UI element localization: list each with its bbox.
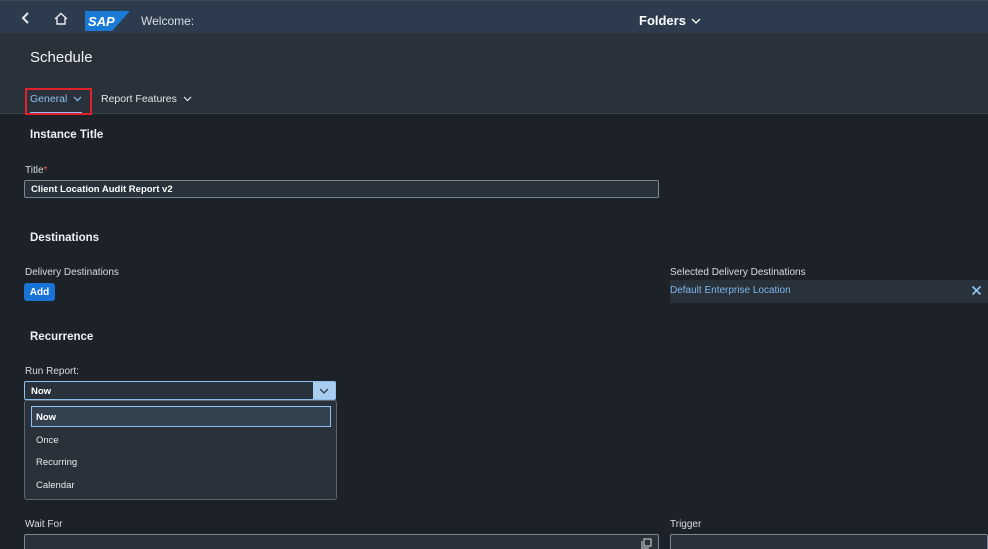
trigger-label: Trigger <box>670 519 702 530</box>
folders-menu[interactable]: Folders <box>639 13 701 28</box>
back-icon[interactable] <box>18 10 34 26</box>
run-report-select[interactable]: Now <box>24 381 336 400</box>
section-title-instance: Instance Title <box>30 129 104 141</box>
tab-report-features[interactable]: Report Features <box>101 93 192 105</box>
page-title: Schedule <box>30 49 93 66</box>
trigger-input[interactable] <box>670 534 988 549</box>
value-help-icon[interactable] <box>641 538 652 549</box>
title-input[interactable]: Client Location Audit Report v2 <box>24 180 659 198</box>
tab-label: Report Features <box>101 93 177 105</box>
wait-for-input[interactable] <box>24 534 659 549</box>
section-title-destinations: Destinations <box>30 232 100 244</box>
wait-for-label: Wait For <box>25 519 63 530</box>
run-report-label: Run Report: <box>25 366 79 377</box>
add-button[interactable]: Add <box>24 283 55 301</box>
delivery-destinations-label: Delivery Destinations <box>25 267 119 278</box>
chevron-down-icon <box>319 388 329 394</box>
home-icon[interactable] <box>53 10 69 26</box>
shell-bar: SAP Welcome: Folders <box>0 0 988 33</box>
title-label: Title* <box>25 165 48 176</box>
run-report-value: Now <box>31 386 52 397</box>
close-icon[interactable] <box>971 285 984 298</box>
dropdown-arrow-button[interactable] <box>313 382 335 399</box>
selected-destinations-label: Selected Delivery Destinations <box>670 267 806 278</box>
section-title-recurrence: Recurrence <box>30 331 94 343</box>
required-mark: * <box>43 165 48 176</box>
chevron-down-icon <box>183 96 192 102</box>
welcome-text: Welcome: <box>141 14 195 28</box>
page-header: Schedule General Report Features <box>0 33 988 114</box>
folders-label: Folders <box>639 13 686 28</box>
destination-link[interactable]: Default Enterprise Location <box>670 285 791 296</box>
selected-destination-item: Default Enterprise Location <box>670 280 988 303</box>
option-label: Now <box>36 412 57 423</box>
option-now[interactable]: Now <box>31 406 331 427</box>
highlight-box <box>25 88 92 115</box>
option-once[interactable]: Once <box>36 435 59 446</box>
svg-text:SAP: SAP <box>88 14 115 29</box>
run-report-dropdown: Now Once Recurring Calendar <box>24 400 337 500</box>
option-calendar[interactable]: Calendar <box>36 480 75 491</box>
chevron-down-icon <box>691 18 701 24</box>
option-recurring[interactable]: Recurring <box>36 457 77 468</box>
sap-logo[interactable]: SAP <box>85 11 130 31</box>
